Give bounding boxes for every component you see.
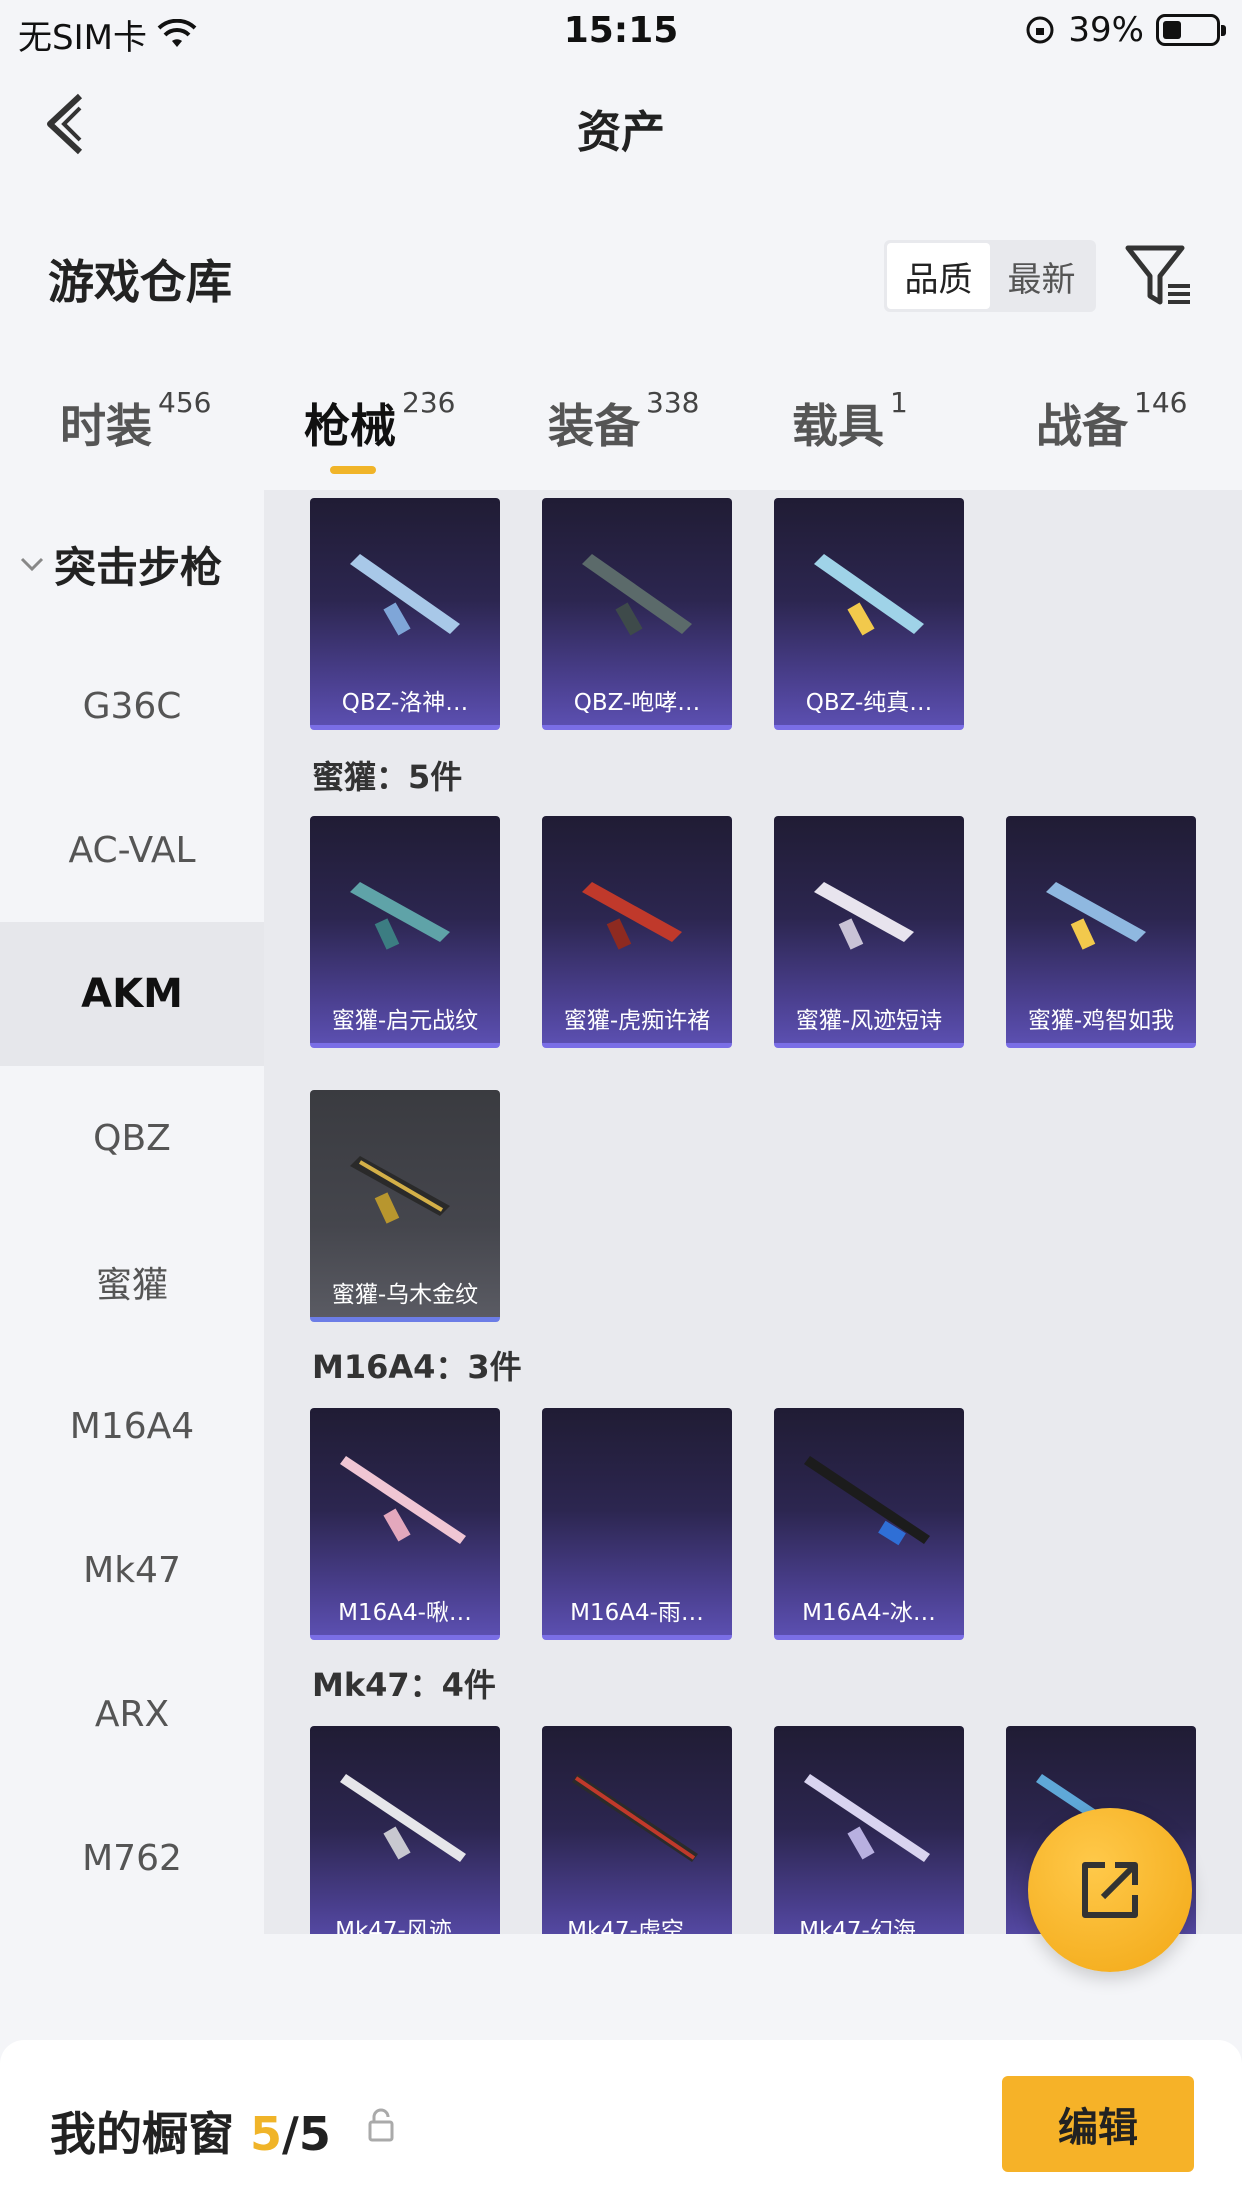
battery-group: 39% xyxy=(1024,10,1226,50)
edit-button[interactable]: 编辑 xyxy=(1002,2076,1194,2172)
weapon-card[interactable]: M16A4-冰… xyxy=(774,1408,964,1640)
rifle-icon xyxy=(804,1774,930,1862)
rifle-icon xyxy=(572,1774,698,1862)
weapon-name: Mk47-幻海… xyxy=(799,1918,939,1934)
showcase-bar: 我的橱窗 5/5 编辑 xyxy=(0,2040,1242,2208)
category-tabs: 时装 456 枪械 236 装备 338 载具 1 战备 146 xyxy=(0,386,1242,480)
tab-count: 1 xyxy=(890,385,908,419)
tab-label: 枪械 xyxy=(304,399,396,453)
weapon-name: 蜜獾-启元战纹 xyxy=(331,1008,479,1034)
tab-count: 146 xyxy=(1134,385,1188,419)
battery-percent: 39% xyxy=(1068,10,1144,50)
sidebar-item-m762[interactable]: M762 xyxy=(0,1786,264,1930)
weapon-name: 蜜獾-乌木金纹 xyxy=(331,1282,479,1308)
share-icon xyxy=(1082,1862,1138,1918)
weapon-name: QBZ-咆哮… xyxy=(573,690,701,716)
weapon-card[interactable]: 蜜獾-风迹短诗 xyxy=(774,816,964,1048)
tab-label: 载具 xyxy=(792,399,884,453)
tab-fashion[interactable]: 时装 456 xyxy=(60,386,211,456)
weapon-card[interactable]: M16A4-雨… xyxy=(542,1408,732,1640)
weapon-name: 蜜獾-风迹短诗 xyxy=(795,1008,943,1034)
weapon-card[interactable]: QBZ-咆哮… xyxy=(542,498,732,730)
filter-icon xyxy=(1125,245,1190,305)
nav-bar: 资产 xyxy=(0,62,1242,188)
showcase-count-current: 5 xyxy=(250,2107,283,2161)
sidebar-item-ac-val[interactable]: AC-VAL xyxy=(0,778,264,922)
sidebar-item-akm[interactable]: AKM xyxy=(0,922,264,1066)
tab-label: 装备 xyxy=(548,399,640,453)
rifle-icon xyxy=(804,1456,930,1546)
weapon-card[interactable]: 蜜獾-虎痴许褚 xyxy=(542,816,732,1048)
smg-icon xyxy=(350,1156,450,1224)
tab-vehicles[interactable]: 载具 1 xyxy=(792,386,908,456)
sort-newest-option[interactable]: 最新 xyxy=(990,243,1093,309)
rotation-lock-icon xyxy=(1026,16,1054,44)
tab-supplies[interactable]: 战备 146 xyxy=(1036,386,1187,456)
weapon-card[interactable]: 蜜獾-鸡智如我 xyxy=(1006,816,1196,1048)
showcase-count-total: /5 xyxy=(282,2107,331,2161)
sidebar-item-g36c[interactable]: G36C xyxy=(0,634,264,778)
filter-button[interactable] xyxy=(1124,240,1194,310)
sidebar-item-m16a4[interactable]: M16A4 xyxy=(0,1354,264,1498)
weapon-name: Mk47-虚空… xyxy=(567,1918,707,1934)
weapon-card[interactable]: 蜜獾-乌木金纹 xyxy=(310,1090,500,1322)
sidebar-group-label: 突击步枪 xyxy=(54,543,223,592)
sort-toggle: 品质 最新 xyxy=(884,240,1096,312)
smg-icon xyxy=(350,882,450,950)
weapon-card[interactable]: M16A4-啾… xyxy=(310,1408,500,1640)
weapon-card[interactable]: Mk47-风迹… xyxy=(310,1726,500,1934)
weapon-sidebar: 突击步枪 G36C AC-VAL AKM QBZ 蜜獾 M16A4 Mk47 A… xyxy=(0,490,264,1930)
tab-firearms[interactable]: 枪械 236 xyxy=(304,386,455,456)
weapon-card[interactable]: Mk47-虚空… xyxy=(542,1726,732,1934)
showcase-label: 我的橱窗 5/5 xyxy=(50,2098,331,2164)
rifle-icon xyxy=(340,1774,466,1862)
showcase-title: 我的橱窗 xyxy=(50,2107,234,2161)
rifle-icon xyxy=(582,554,692,636)
chevron-down-icon xyxy=(20,557,44,571)
lock-icon xyxy=(368,2108,394,2142)
sidebar-item-qbz[interactable]: QBZ xyxy=(0,1066,264,1210)
sidebar-item-mihuan[interactable]: 蜜獾 xyxy=(0,1210,264,1354)
rifle-icon xyxy=(350,554,460,636)
weapon-name: QBZ-纯真… xyxy=(805,690,933,716)
weapon-card[interactable]: QBZ-纯真… xyxy=(774,498,964,730)
sort-quality-option[interactable]: 品质 xyxy=(887,243,990,309)
weapon-name: 蜜獾-鸡智如我 xyxy=(1027,1008,1175,1034)
battery-icon xyxy=(1156,14,1226,46)
sidebar-item-arx[interactable]: ARX xyxy=(0,1642,264,1786)
group-title-m16a4: M16A4：3件 xyxy=(312,1348,522,1386)
group-title-mk47: Mk47：4件 xyxy=(312,1666,496,1704)
tab-label: 时装 xyxy=(60,399,152,453)
sidebar-group-assault-rifles[interactable]: 突击步枪 xyxy=(18,534,222,595)
smg-icon xyxy=(1046,882,1146,950)
smg-icon xyxy=(814,882,914,950)
weapon-name: M16A4-啾… xyxy=(338,1600,472,1626)
weapon-name: M16A4-雨… xyxy=(570,1600,704,1626)
tab-count: 456 xyxy=(158,385,212,419)
weapon-name: QBZ-洛神… xyxy=(341,690,469,716)
rifle-icon xyxy=(814,554,924,636)
weapon-card[interactable]: QBZ-洛神… xyxy=(310,498,500,730)
tab-count: 338 xyxy=(646,385,700,419)
active-tab-indicator xyxy=(330,466,376,474)
weapon-card[interactable]: 蜜獾-启元战纹 xyxy=(310,816,500,1048)
weapon-card[interactable]: Mk47-幻海… xyxy=(774,1726,964,1934)
tab-count: 236 xyxy=(402,385,456,419)
status-bar: 无SIM卡 15:15 39% xyxy=(0,0,1242,62)
weapon-name: Mk47-风迹… xyxy=(335,1918,475,1934)
rifle-icon xyxy=(340,1456,466,1544)
group-title-mihuan: 蜜獾：5件 xyxy=(312,758,463,796)
sidebar-item-mk47[interactable]: Mk47 xyxy=(0,1498,264,1642)
smg-icon xyxy=(582,882,682,950)
weapon-name: M16A4-冰… xyxy=(802,1600,936,1626)
share-button[interactable] xyxy=(1028,1808,1192,1972)
weapon-name: 蜜獾-虎痴许褚 xyxy=(563,1008,711,1034)
page-title: 资产 xyxy=(577,107,665,158)
tab-equipment[interactable]: 装备 338 xyxy=(548,386,699,456)
weapon-grid: QBZ-洛神… QBZ-咆哮… QBZ-纯真… 蜜獾：5件 蜜獾-启元战纹 蜜獾… xyxy=(264,490,1242,1934)
tab-label: 战备 xyxy=(1036,399,1128,453)
section-title: 游戏仓库 xyxy=(48,255,232,309)
